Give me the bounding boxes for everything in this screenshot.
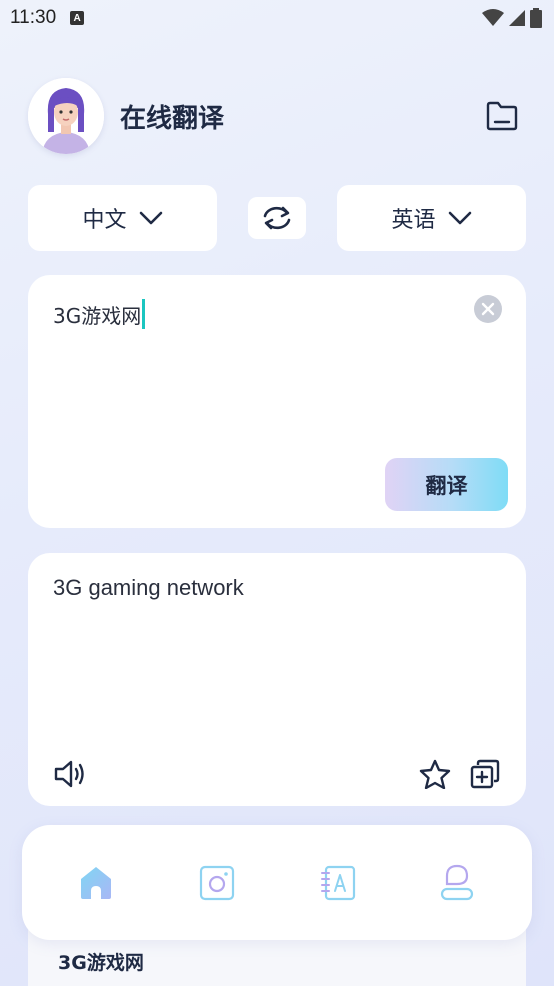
output-card: 3G gaming network: [28, 553, 526, 806]
nav-item-profile[interactable]: [435, 861, 479, 905]
home-icon: [81, 867, 111, 899]
bottom-nav: [22, 825, 532, 940]
status-left: 11:30 A: [10, 7, 85, 29]
folder-icon: [486, 101, 518, 131]
dictionary-icon: [321, 865, 356, 901]
input-card: 3G游戏网 翻译: [28, 275, 526, 528]
translate-button[interactable]: 翻译: [385, 458, 508, 511]
source-text-value: 3G游戏网: [53, 303, 142, 328]
language-selector-row: 中文 英语: [28, 185, 526, 251]
favorite-button[interactable]: [418, 757, 452, 791]
swap-icon: [263, 206, 291, 230]
page-title: 在线翻译: [120, 103, 225, 134]
battery-icon: [530, 8, 542, 28]
target-language-label: 英语: [391, 208, 436, 233]
speak-button[interactable]: [52, 757, 88, 791]
copy-icon: [470, 759, 500, 789]
status-bar: 11:30 A: [0, 0, 554, 36]
clear-button[interactable]: [474, 295, 502, 323]
avatar[interactable]: [28, 78, 104, 154]
status-time: 11:30: [10, 7, 57, 28]
clear-icon: [481, 302, 495, 316]
history-item-text: 3G游戏网: [58, 952, 144, 974]
status-right: [482, 8, 542, 28]
notification-icon: A: [70, 11, 85, 25]
copy-button[interactable]: [468, 757, 502, 791]
header: 在线翻译: [28, 78, 526, 154]
text-caret: [142, 299, 146, 329]
chevron-down-icon: [448, 211, 471, 225]
wifi-icon: [482, 9, 504, 26]
source-text-input[interactable]: 3G游戏网: [53, 299, 146, 329]
camera-icon: [199, 865, 235, 901]
chevron-down-icon: [139, 211, 162, 225]
source-language-label: 中文: [82, 208, 127, 233]
nav-item-dictionary[interactable]: [316, 861, 360, 905]
target-language-dropdown[interactable]: 英语: [337, 185, 526, 251]
user-icon: [440, 864, 474, 901]
speaker-icon: [54, 760, 84, 788]
nav-item-camera[interactable]: [195, 861, 239, 905]
nav-item-home[interactable]: [74, 861, 118, 905]
swap-languages-button[interactable]: [248, 197, 306, 239]
avatar-icon: [28, 78, 104, 154]
folder-button[interactable]: [484, 98, 520, 134]
source-language-dropdown[interactable]: 中文: [28, 185, 217, 251]
signal-icon: [509, 10, 525, 26]
translated-text: 3G gaming network: [53, 575, 244, 600]
star-icon: [419, 759, 451, 789]
